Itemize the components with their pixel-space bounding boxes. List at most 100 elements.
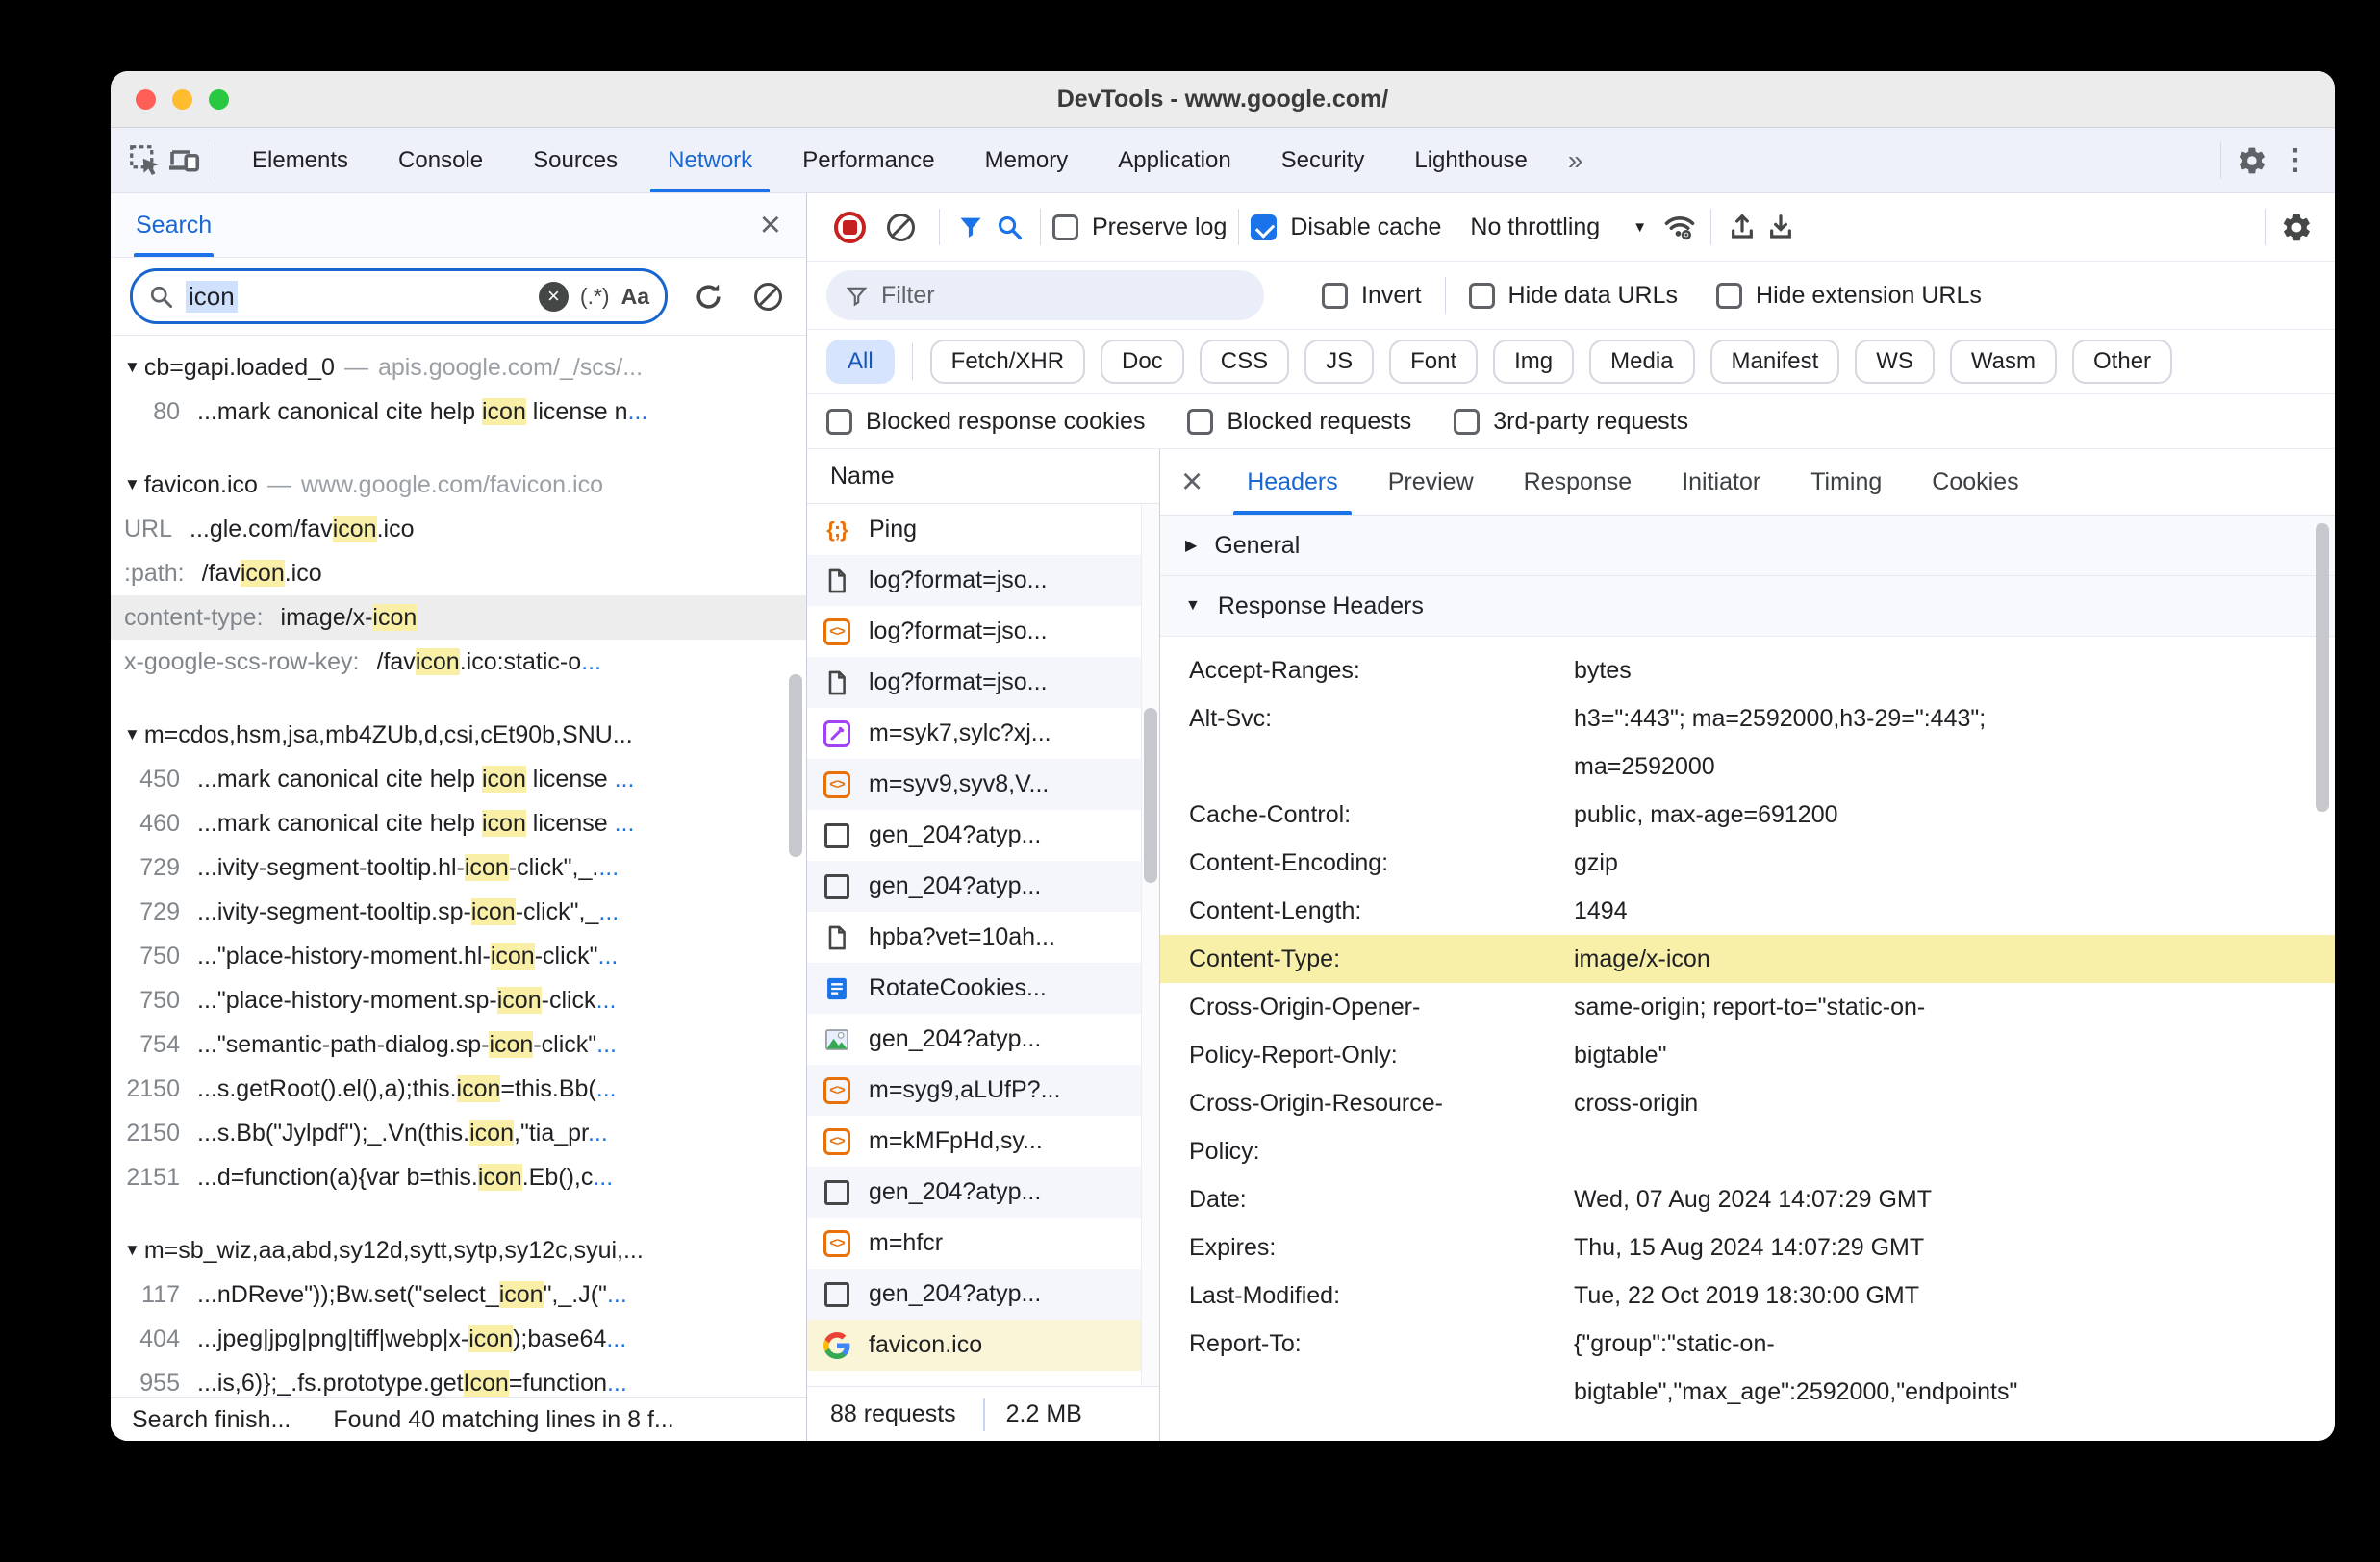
throttling-dropdown[interactable]: No throttling ▼ — [1470, 214, 1647, 241]
search-match-row[interactable]: :path: /favicon.ico — [111, 551, 806, 595]
details-scrollbar-thumb[interactable] — [2316, 523, 2329, 812]
chip-doc[interactable]: Doc — [1101, 340, 1184, 384]
general-section-header[interactable]: ▶ General — [1160, 516, 2335, 576]
search-match-row[interactable]: URL ...gle.com/favicon.ico — [111, 507, 806, 551]
tab-security[interactable]: Security — [1256, 128, 1390, 192]
details-tab-response[interactable]: Response — [1499, 449, 1658, 515]
chip-wasm[interactable]: Wasm — [1949, 340, 2058, 384]
chip-all[interactable]: All — [826, 340, 895, 384]
chip-font[interactable]: Font — [1389, 340, 1479, 384]
request-row-rotatecookies-[interactable]: RotateCookies... — [807, 963, 1159, 1014]
request-row-m-syg9-alufp-[interactable]: <> m=syg9,aLUfP?... — [807, 1065, 1159, 1116]
hide-extension-urls-checkbox[interactable]: Hide extension URLs — [1716, 282, 1982, 310]
clear-search-icon[interactable]: × — [538, 281, 569, 312]
request-row-log-format-jso-[interactable]: log?format=jso... — [807, 555, 1159, 606]
search-match-row[interactable]: 750 ..."place-history-moment.hl-icon-clic… — [111, 934, 806, 978]
response-headers-section-header[interactable]: ▼ Response Headers — [1160, 576, 2335, 637]
inspect-element-icon[interactable] — [126, 141, 165, 180]
filter-funnel-icon[interactable] — [951, 208, 990, 246]
request-row-log-format-jso-[interactable]: <> log?format=jso... — [807, 606, 1159, 657]
search-network-icon[interactable] — [990, 208, 1028, 246]
tab-application[interactable]: Application — [1093, 128, 1255, 192]
tab-lighthouse[interactable]: Lighthouse — [1389, 128, 1552, 192]
checkbox-3rd-party-requests[interactable]: 3rd-party requests — [1454, 408, 1688, 436]
search-match-row[interactable]: 450 ...mark canonical cite help icon lice… — [111, 757, 806, 801]
request-row-m-syv9-syv8-v-[interactable]: <> m=syv9,syv8,V... — [807, 759, 1159, 810]
chip-media[interactable]: Media — [1589, 340, 1695, 384]
request-row-m-kmfphd-sy-[interactable]: <> m=kMFpHd,sy... — [807, 1116, 1159, 1167]
request-row-gen-204-atyp-[interactable]: gen_204?atyp... — [807, 810, 1159, 861]
kebab-menu-icon[interactable]: ⋮ — [2271, 143, 2319, 177]
settings-gear-icon[interactable] — [2233, 141, 2271, 180]
search-match-row[interactable]: x-google-scs-row-key: /favicon.ico:static… — [111, 640, 806, 684]
hide-data-urls-checkbox[interactable]: Hide data URLs — [1468, 282, 1678, 310]
request-list-scrollbar[interactable] — [1141, 504, 1159, 1386]
checkbox-blocked-requests[interactable]: Blocked requests — [1187, 408, 1411, 436]
checkbox-unchecked[interactable] — [1052, 214, 1078, 240]
search-match-row[interactable]: 80 ...mark canonical cite help icon licen… — [111, 390, 806, 434]
search-match-row[interactable]: 2150 ...s.Bb("Jylpdf");_.Vn(this.icon,"ti… — [111, 1111, 806, 1155]
preserve-log-checkbox[interactable]: Preserve log — [1052, 214, 1227, 241]
search-file-row[interactable]: ▼ m=sb_wiz,aa,abd,sy12d,sytt,sytp,sy12c,s… — [111, 1228, 806, 1272]
request-row-favicon-ico[interactable]: favicon.ico — [807, 1320, 1159, 1371]
disable-cache-checkbox[interactable]: Disable cache — [1251, 214, 1441, 241]
checkbox-blocked-response-cookies[interactable]: Blocked response cookies — [826, 408, 1145, 436]
chip-ws[interactable]: WS — [1855, 340, 1935, 384]
search-scrollbar-thumb[interactable] — [789, 674, 802, 857]
tab-elements[interactable]: Elements — [227, 128, 373, 192]
details-tab-headers[interactable]: Headers — [1222, 449, 1363, 515]
tab-memory[interactable]: Memory — [960, 128, 1094, 192]
clear-network-log-icon[interactable] — [881, 208, 920, 246]
search-file-row[interactable]: ▼ m=cdos,hsm,jsa,mb4ZUb,d,csi,cEt90b,SNU.… — [111, 713, 806, 757]
details-tab-timing[interactable]: Timing — [1785, 449, 1907, 515]
chip-other[interactable]: Other — [2072, 340, 2173, 384]
search-match-row[interactable]: 754 ..."semantic-path-dialog.sp-icon-clic… — [111, 1022, 806, 1067]
chip-js[interactable]: JS — [1304, 340, 1375, 384]
more-tabs-button[interactable]: » — [1553, 145, 1599, 176]
request-row-log-format-jso-[interactable]: log?format=jso... — [807, 657, 1159, 708]
search-match-row[interactable]: 2150 ...s.getRoot().el(),a);this.icon=thi… — [111, 1067, 806, 1111]
search-match-row[interactable]: content-type: image/x-icon — [111, 595, 806, 640]
close-window-button[interactable] — [136, 88, 156, 110]
search-match-row[interactable]: 404 ...jpeg|jpg|png|tiff|webp|x-icon);bas… — [111, 1317, 806, 1361]
tab-console[interactable]: Console — [373, 128, 508, 192]
request-row-gen-204-atyp-[interactable]: gen_204?atyp... — [807, 861, 1159, 912]
zoom-window-button[interactable] — [209, 88, 229, 110]
search-match-row[interactable]: 750 ..."place-history-moment.sp-icon-clic… — [111, 978, 806, 1022]
request-row-ping[interactable]: {;} Ping — [807, 504, 1159, 555]
network-conditions-icon[interactable] — [1660, 208, 1699, 246]
chip-manifest[interactable]: Manifest — [1709, 340, 1840, 384]
chip-css[interactable]: CSS — [1199, 340, 1290, 384]
chip-img[interactable]: Img — [1493, 340, 1575, 384]
search-match-row[interactable]: 460 ...mark canonical cite help icon lice… — [111, 801, 806, 845]
request-row-gen-204-atyp-[interactable]: gen_204?atyp... — [807, 1269, 1159, 1320]
search-match-row[interactable]: 729 ...ivity-segment-tooltip.hl-icon-clic… — [111, 845, 806, 890]
tab-search[interactable]: Search — [133, 193, 215, 257]
request-row-m-hfcr[interactable]: <> m=hfcr — [807, 1218, 1159, 1269]
request-row-m-syk7-sylc-xj-[interactable]: m=syk7,sylc?xj... — [807, 708, 1159, 759]
details-tab-cookies[interactable]: Cookies — [1907, 449, 2043, 515]
tab-network[interactable]: Network — [643, 128, 777, 192]
checkbox-checked[interactable] — [1251, 214, 1278, 240]
match-case-toggle[interactable]: Aa — [621, 284, 649, 310]
tab-performance[interactable]: Performance — [777, 128, 959, 192]
filter-input[interactable]: Filter — [826, 270, 1264, 320]
search-input[interactable]: icon × (.*) Aa — [130, 268, 668, 324]
close-details-icon[interactable]: × — [1181, 464, 1203, 500]
export-har-icon[interactable] — [1761, 208, 1800, 246]
search-match-row[interactable]: 2151 ...d=function(a){var b=this.icon.Eb(… — [111, 1155, 806, 1199]
scrollbar-thumb[interactable] — [1144, 708, 1157, 883]
clear-search-results-icon[interactable] — [748, 277, 787, 315]
details-tab-initiator[interactable]: Initiator — [1657, 449, 1785, 515]
device-toolbar-icon[interactable] — [165, 141, 203, 180]
close-drawer-icon[interactable]: × — [760, 207, 781, 243]
chip-fetch-xhr[interactable]: Fetch/XHR — [929, 340, 1086, 384]
refresh-search-icon[interactable] — [689, 277, 727, 315]
import-har-icon[interactable] — [1723, 208, 1761, 246]
details-tab-preview[interactable]: Preview — [1363, 449, 1499, 515]
invert-checkbox[interactable]: Invert — [1322, 282, 1422, 310]
search-file-row[interactable]: ▼ favicon.ico — www.google.com/favicon.ico — [111, 463, 806, 507]
request-row-gen-204-atyp-[interactable]: gen_204?atyp... — [807, 1167, 1159, 1218]
search-match-row[interactable]: 117 ...nDReve"));Bw.set("select_icon",_.J… — [111, 1272, 806, 1317]
search-file-row[interactable]: ▼ cb=gapi.loaded_0— apis.google.com/_/scs/… — [111, 345, 806, 390]
